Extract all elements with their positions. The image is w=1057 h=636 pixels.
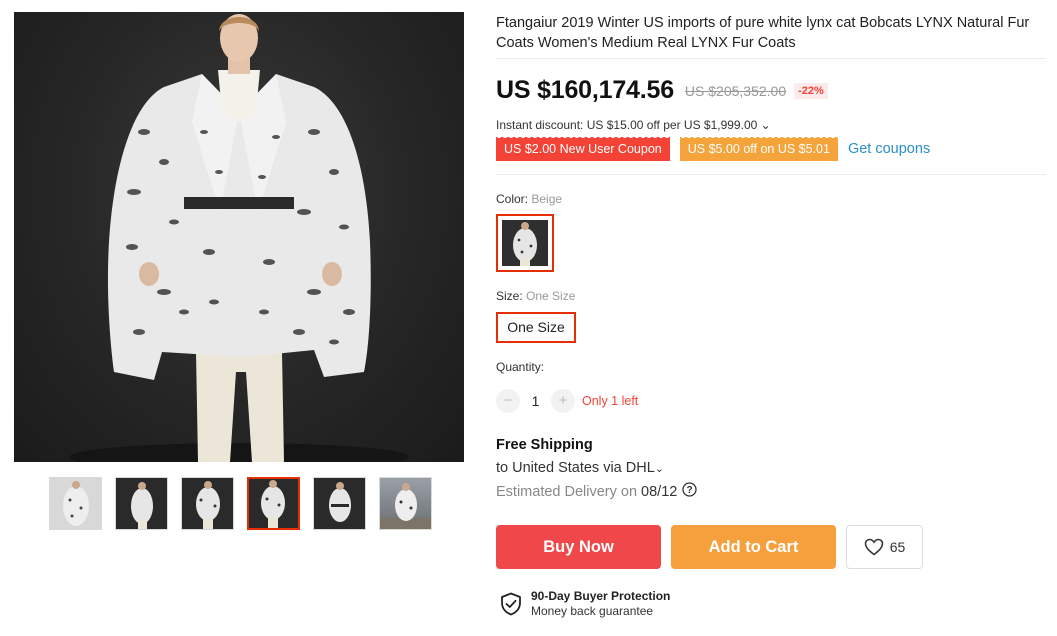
main-product-image[interactable]	[14, 12, 464, 462]
color-selected-value: Beige	[531, 192, 563, 206]
thumbnail-strip	[49, 477, 432, 530]
add-to-cart-button[interactable]: Add to Cart	[671, 525, 836, 569]
thumbnail-6[interactable]	[379, 477, 432, 530]
svg-text:?: ?	[687, 485, 693, 496]
shipping-destination[interactable]: to United States via DHL⌄	[496, 460, 664, 476]
quantity-label: Quantity:	[496, 360, 545, 374]
estimated-delivery: Estimated Delivery on 08/12 ?	[496, 482, 697, 501]
size-option-one-size[interactable]: One Size	[496, 312, 576, 343]
coat-photo-icon	[513, 222, 537, 266]
current-price: US $160,174.56	[496, 76, 674, 104]
thumbnail-2[interactable]	[115, 477, 168, 530]
discount-badge: -22%	[794, 82, 828, 99]
divider	[496, 58, 1046, 59]
instant-discount-text: Instant discount: US $15.00 off per US $…	[496, 118, 758, 132]
color-label: Color: Beige	[496, 192, 562, 206]
quantity-plus-button[interactable]: +	[551, 389, 575, 413]
color-label-text: Color:	[496, 192, 529, 206]
help-icon[interactable]: ?	[682, 482, 697, 501]
thumbnail-5[interactable]	[313, 477, 366, 530]
coat-photo-icon	[63, 481, 89, 526]
price-row: US $160,174.56 US $205,352.00 -22%	[496, 76, 828, 105]
color-swatch-beige[interactable]	[496, 214, 554, 272]
estimated-delivery-label: Estimated Delivery on	[496, 483, 638, 500]
thumbnail-3[interactable]	[181, 477, 234, 530]
size-label-text: Size:	[496, 289, 523, 303]
shield-check-icon	[501, 592, 521, 616]
quantity-value[interactable]: 1	[520, 393, 551, 409]
coat-photo-icon	[380, 483, 431, 529]
shipping-title: Free Shipping	[496, 437, 593, 453]
divider	[496, 174, 1046, 175]
get-coupons-link[interactable]: Get coupons	[848, 141, 930, 157]
heart-icon	[864, 538, 883, 556]
original-price: US $205,352.00	[684, 82, 787, 99]
chevron-down-icon: ⌄	[760, 118, 771, 132]
chevron-down-icon: ⌄	[654, 463, 664, 475]
size-selected-value: One Size	[526, 289, 576, 303]
size-label: Size: One Size	[496, 289, 575, 303]
buyer-protection: 90-Day Buyer Protection Money back guara…	[500, 589, 670, 619]
product-title: Ftangaiur 2019 Winter US imports of pure…	[496, 15, 1030, 51]
coupon-new-user[interactable]: US $2.00 New User Coupon	[496, 135, 670, 163]
protection-title: 90-Day Buyer Protection	[531, 589, 671, 603]
wishlist-count: 65	[889, 539, 906, 555]
protection-subtitle: Money back guarantee	[531, 604, 654, 618]
coat-model-illustration	[69, 14, 409, 462]
coat-photo-icon	[261, 480, 285, 528]
color-swatch-image	[502, 220, 548, 266]
coat-photo-icon	[131, 482, 153, 529]
coat-photo-icon	[196, 481, 220, 529]
thumbnail-4-selected[interactable]	[247, 477, 300, 530]
shipping-destination-text: to United States via DHL	[496, 460, 655, 476]
wishlist-button[interactable]: 65	[846, 525, 923, 569]
estimated-delivery-date: 08/12	[641, 483, 678, 500]
quantity-minus-button[interactable]: −	[496, 389, 520, 413]
quantity-stepper: − 1 + Only 1 left	[496, 389, 638, 413]
coupon-store[interactable]: US $5.00 off on US $5.01	[679, 135, 839, 163]
coat-photo-icon	[329, 482, 351, 522]
stock-note: Only 1 left	[582, 394, 639, 408]
coupon-row: US $2.00 New User Coupon US $5.00 off on…	[496, 135, 930, 163]
instant-discount[interactable]: Instant discount: US $15.00 off per US $…	[496, 118, 771, 132]
thumbnail-1[interactable]	[49, 477, 102, 530]
buy-now-button[interactable]: Buy Now	[496, 525, 661, 569]
